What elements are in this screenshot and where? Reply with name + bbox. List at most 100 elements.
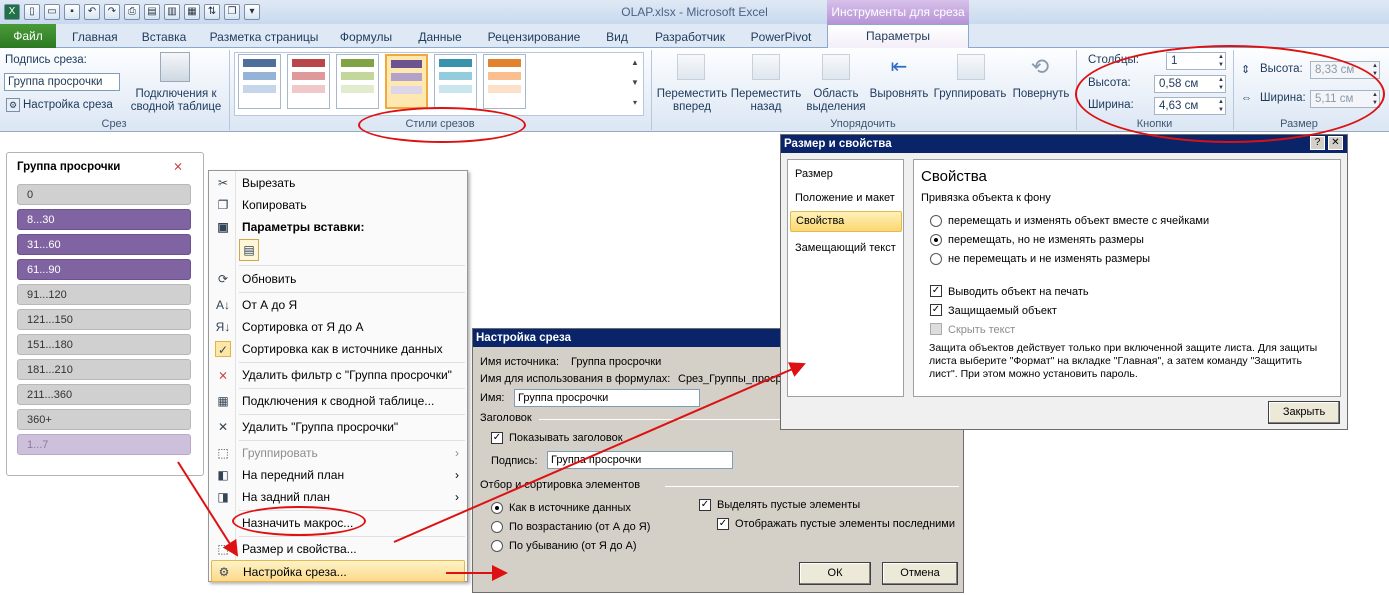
ok-button[interactable]: ОК [799, 562, 871, 585]
sort-asc-radio[interactable] [491, 521, 503, 533]
slicer-item[interactable]: 91...120 [17, 284, 191, 305]
slicer-settings-button[interactable]: ⚙ Настройка среза [6, 98, 113, 112]
bring-forward-icon [677, 54, 705, 80]
style-thumb-orange[interactable] [483, 54, 526, 109]
locked-checkbox[interactable]: ✓ [930, 304, 942, 316]
move-only-radio[interactable] [930, 234, 942, 246]
rotate-button[interactable]: Повернуть [1010, 88, 1072, 100]
selection-pane-button[interactable]: Область выделения [805, 88, 867, 114]
show-header-checkbox[interactable]: ✓ [491, 432, 503, 444]
menu-item-sort-az[interactable]: A↓ От А до Я [211, 294, 465, 316]
tab-options[interactable]: Параметры [827, 24, 969, 48]
menu-item-delete[interactable]: ✕ Удалить "Группа просрочки" [211, 416, 465, 438]
group-icon [957, 54, 985, 80]
cancel-button[interactable]: Отмена [882, 562, 958, 585]
empty-last-checkbox[interactable]: ✓ [717, 518, 729, 530]
hide-empty-checkbox[interactable]: ✓ [699, 499, 711, 511]
menu-item-sort-source[interactable]: ✓ Сортировка как в источнике данных [211, 338, 465, 360]
selection-pane-icon [822, 54, 850, 80]
nav-properties[interactable]: Свойства [790, 211, 902, 232]
connections-icon: ▦ [217, 394, 229, 408]
caption-input[interactable]: Группа просрочки [547, 451, 733, 469]
tab-formulas[interactable]: Формулы [336, 28, 396, 48]
slicer-group-label: Срез [101, 118, 127, 130]
slicer-item[interactable]: 121...150 [17, 309, 191, 330]
tab-file[interactable]: Файл [0, 24, 56, 48]
close-icon[interactable]: ✕ [1328, 136, 1343, 150]
align-button[interactable]: Выровнять [868, 88, 930, 100]
tab-review[interactable]: Рецензирование [484, 28, 584, 48]
gallery-scroll-icon[interactable]: ▲ ▼ ▾ [628, 53, 642, 115]
formula-name-value: Срез_Группы_проср [678, 373, 782, 385]
sort-az-icon: A↓ [215, 298, 230, 312]
tab-view[interactable]: Вид [600, 28, 634, 48]
tab-home[interactable]: Главная [72, 28, 118, 48]
hide-empty-label: Выделять пустые элементы [717, 499, 861, 511]
protection-note: Защита объектов действует только при вкл… [929, 342, 1318, 380]
nav-alt-text[interactable]: Замещающий текст [795, 242, 896, 254]
slicer-item[interactable]: 31...60 [17, 234, 191, 255]
tab-developer[interactable]: Разработчик [650, 28, 730, 48]
tab-page-layout[interactable]: Разметка страницы [206, 28, 322, 48]
menu-item-paste-options: ▣ Параметры вставки: [211, 216, 465, 238]
menu-separator [239, 265, 465, 266]
sort-section-label: Отбор и сортировка элементов [480, 479, 641, 491]
menu-item-send-back[interactable]: ◨ На задний план › [211, 486, 465, 508]
hide-text-checkbox[interactable] [930, 323, 942, 335]
slicer-item[interactable]: 0 [17, 184, 191, 205]
menu-item-slicer-settings[interactable]: ⚙ Настройка среза... [211, 560, 465, 582]
menu-item-copy[interactable]: ❐ Копировать [211, 194, 465, 216]
menu-item-clear-filter[interactable]: ⨯ Удалить фильтр с "Группа просрочки" [211, 364, 465, 386]
style-thumb-teal[interactable] [434, 54, 477, 109]
tab-powerpivot[interactable]: PowerPivot [746, 28, 816, 48]
slicer-item[interactable]: 360+ [17, 409, 191, 430]
slicer-item[interactable]: 61...90 [17, 259, 191, 280]
sort-desc-radio[interactable] [491, 540, 503, 552]
paste-icon: ▣ [217, 220, 229, 234]
tab-data[interactable]: Данные [414, 28, 466, 48]
bring-forward-button[interactable]: Переместить вперед [656, 88, 728, 114]
source-name-value: Группа просрочки [571, 356, 662, 368]
annotation-ellipse-buttons [1075, 45, 1385, 143]
send-backward-button[interactable]: Переместить назад [730, 88, 802, 114]
menu-item-group[interactable]: ⬚ Группировать › [211, 442, 465, 464]
group-button[interactable]: Группировать [930, 88, 1010, 100]
name-input[interactable]: Группа просрочки [514, 389, 700, 407]
slicer-item[interactable]: 1...7 [17, 434, 191, 455]
slicer-panel[interactable]: Группа просрочки ⨯ 0 8...30 31...60 61...90… [6, 152, 204, 476]
annotation-ellipse-styles [358, 107, 526, 143]
menu-item-pivot-connections[interactable]: ▦ Подключения к сводной таблице... [211, 390, 465, 412]
no-move-radio[interactable] [930, 253, 942, 265]
print-object-checkbox[interactable]: ✓ [930, 285, 942, 297]
tab-insert[interactable]: Вставка [137, 28, 191, 48]
submenu-arrow-icon: › [455, 468, 459, 482]
slicer-item[interactable]: 211...360 [17, 384, 191, 405]
paste-option-icon[interactable]: ▤ [239, 239, 259, 261]
menu-item-size-properties[interactable]: ⬚ Размер и свойства... [211, 538, 465, 560]
header-section-label: Заголовок [480, 412, 532, 424]
menu-item-sort-za[interactable]: Я↓ Сортировка от Я до А [211, 316, 465, 338]
menu-item-refresh[interactable]: ⟳ Обновить [211, 268, 465, 290]
sort-source-radio[interactable] [491, 502, 503, 514]
slicer-item[interactable]: 181...210 [17, 359, 191, 380]
pivot-connections-button[interactable]: Подключения к сводной таблице [126, 88, 226, 114]
close-button[interactable]: Закрыть [1268, 401, 1340, 424]
style-thumb-purple-selected[interactable] [385, 54, 428, 109]
style-thumb-green[interactable] [336, 54, 379, 109]
nav-size[interactable]: Размер [795, 168, 833, 180]
clear-filter-icon[interactable]: ⨯ [173, 159, 183, 173]
slicer-item[interactable]: 8...30 [17, 209, 191, 230]
menu-item-bring-forward[interactable]: ◧ На передний план › [211, 464, 465, 486]
caption-label: Подпись: [491, 455, 538, 467]
style-thumb-blue[interactable] [238, 54, 281, 109]
nav-position-layout[interactable]: Положение и макет [795, 192, 895, 204]
help-icon[interactable]: ? [1310, 136, 1325, 150]
section-divider [1059, 198, 1335, 199]
context-tab-group-title: Инструменты для среза [827, 0, 969, 24]
style-thumb-red[interactable] [287, 54, 330, 109]
slicer-item[interactable]: 151...180 [17, 334, 191, 355]
sort-source-label: Как в источнике данных [509, 502, 631, 514]
slicer-caption-input[interactable]: Группа просрочки [4, 73, 120, 91]
menu-item-cut[interactable]: ✂ Вырезать [211, 172, 465, 194]
move-size-radio[interactable] [930, 215, 942, 227]
